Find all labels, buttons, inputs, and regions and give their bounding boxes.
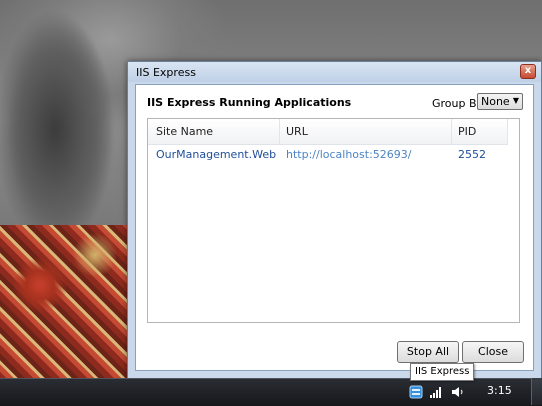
window-close-button[interactable]: x [520,64,536,79]
column-divider[interactable] [451,119,452,144]
stop-all-button[interactable]: Stop All [397,341,459,363]
taskbar [0,378,542,406]
column-divider[interactable] [279,119,280,144]
page-title: IIS Express Running Applications [147,96,352,109]
group-by-dropdown[interactable]: None ▼ [477,93,523,110]
site-name-cell: OurManagement.Web [156,148,277,161]
iis-express-tray-icon[interactable] [409,385,423,399]
network-signal-icon[interactable] [430,386,442,398]
show-desktop-button[interactable] [531,378,542,405]
chevron-down-icon: ▼ [512,96,519,105]
photo-rug [0,225,135,380]
tray-tooltip: IIS Express [410,363,475,381]
title-bar[interactable]: IIS Express x [128,62,541,82]
close-icon: x [524,65,532,76]
applications-list[interactable]: Site Name URL PID OurManagement.Web http… [147,118,520,323]
list-header: Site Name URL PID [148,119,508,145]
photo-dog-fur [0,0,135,260]
group-by-value: None [481,95,510,108]
column-divider[interactable] [507,119,508,144]
window-title: IIS Express [136,66,196,79]
group-by-label: Group By [432,97,484,110]
column-header-url[interactable]: URL [286,125,308,138]
url-link[interactable]: http://localhost:52693/ [286,148,411,161]
iis-express-window: IIS Express x IIS Express Running Applic… [127,61,542,379]
taskbar-clock[interactable]: 3:15 [487,384,512,397]
close-button[interactable]: Close [462,341,524,363]
column-header-pid[interactable]: PID [458,125,476,138]
pid-cell: 2552 [458,148,486,161]
column-header-site-name[interactable]: Site Name [156,125,213,138]
table-row[interactable]: OurManagement.Web http://localhost:52693… [148,145,518,163]
volume-icon[interactable] [452,386,464,398]
window-client-area: IIS Express Running Applications Group B… [135,84,534,371]
